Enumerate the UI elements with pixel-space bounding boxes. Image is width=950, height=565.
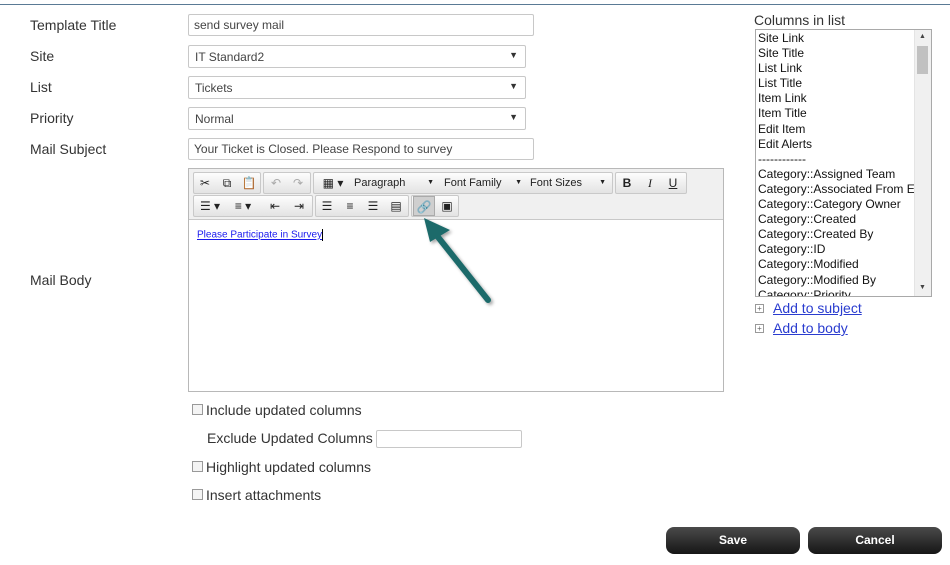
list-select[interactable]: Tickets ▼	[188, 76, 526, 99]
bullet-list-icon[interactable]: ☰ ▾	[194, 196, 226, 216]
cancel-button[interactable]: Cancel	[808, 527, 942, 554]
column-list-item[interactable]: Edit Item	[758, 122, 918, 137]
bold-button[interactable]: B	[616, 173, 638, 193]
format-group: ▦ ▾ Paragraph ▼ Font Family ▼ Font Sizes ▼	[313, 172, 613, 194]
checkbox-icon	[192, 404, 203, 415]
column-list-item[interactable]: Category::Category Owner	[758, 197, 918, 212]
template-title-input[interactable]	[188, 14, 534, 36]
column-list-item[interactable]: Category::Modified	[758, 257, 918, 272]
mail-subject-label: Mail Subject	[30, 141, 107, 157]
add-to-subject[interactable]: + Add to subject	[755, 300, 862, 316]
list-label: List	[30, 79, 52, 95]
highlight-updated-checkbox[interactable]: Highlight updated columns	[192, 459, 371, 475]
column-list-item[interactable]: Site Link	[758, 31, 918, 46]
exclude-updated-label: Exclude Updated Columns	[207, 430, 373, 446]
priority-select[interactable]: Normal ▼	[188, 107, 526, 130]
column-list-item[interactable]: Category::ID	[758, 242, 918, 257]
columns-list-title: Columns in list	[754, 12, 846, 28]
column-list-item[interactable]: Category::Priority	[758, 288, 918, 296]
header-divider	[0, 4, 950, 5]
scroll-thumb[interactable]	[917, 46, 928, 74]
editor-content[interactable]: Please Participate in Survey	[197, 229, 324, 241]
priority-label: Priority	[30, 110, 74, 126]
numbered-list-icon[interactable]: ≡ ▾	[227, 196, 259, 216]
site-select-value: IT Standard2	[195, 50, 265, 64]
style-group: B I U	[615, 172, 687, 194]
checkbox-icon	[192, 489, 203, 500]
underline-button[interactable]: U	[662, 173, 684, 193]
scroll-down-icon[interactable]: ▼	[919, 284, 926, 291]
align-justify-icon[interactable]: ▤	[385, 196, 407, 216]
column-list-item[interactable]: Category::Modified By	[758, 273, 918, 288]
expand-icon: +	[755, 304, 764, 313]
expand-icon: +	[755, 324, 764, 333]
column-list-item[interactable]: Edit Alerts	[758, 137, 918, 152]
add-to-subject-link[interactable]: Add to subject	[773, 300, 862, 316]
scroll-up-icon[interactable]: ▲	[919, 33, 926, 40]
priority-select-value: Normal	[195, 112, 234, 126]
cut-icon[interactable]: ✂	[194, 173, 216, 193]
column-list-item[interactable]: Site Title	[758, 46, 918, 61]
survey-link[interactable]: Please Participate in Survey	[197, 230, 322, 241]
italic-button[interactable]: I	[639, 173, 661, 193]
list-group: ☰ ▾ ≡ ▾ ⇤ ⇥	[193, 195, 313, 217]
mail-body-label: Mail Body	[30, 272, 92, 288]
columns-list: Site Link Site Title List Link List Title It…	[758, 31, 918, 296]
site-label: Site	[30, 48, 55, 64]
site-select[interactable]: IT Standard2 ▼	[188, 45, 526, 68]
annotation-arrow	[424, 218, 491, 303]
mail-subject-input[interactable]	[188, 138, 534, 160]
chevron-down-icon: ▼	[509, 112, 518, 122]
format-select[interactable]: Paragraph ▼	[354, 173, 438, 193]
chevron-down-icon: ▼	[509, 50, 518, 60]
exclude-updated-input[interactable]	[376, 430, 522, 448]
column-list-item[interactable]: Category::Created By	[758, 227, 918, 242]
font-family-select[interactable]: Font Family ▼	[444, 173, 526, 193]
column-list-item[interactable]: Category::Associated From Email	[758, 182, 918, 197]
align-group: ☰ ≡ ☰ ▤	[315, 195, 409, 217]
undo-icon[interactable]: ↶	[265, 173, 287, 193]
column-list-item[interactable]: Category::Created	[758, 212, 918, 227]
align-left-icon[interactable]: ☰	[316, 196, 338, 216]
column-list-item[interactable]: List Title	[758, 76, 918, 91]
list-select-value: Tickets	[195, 81, 233, 95]
table-icon[interactable]: ▦ ▾	[316, 173, 350, 193]
chevron-down-icon: ▼	[509, 81, 518, 91]
align-center-icon[interactable]: ≡	[339, 196, 361, 216]
save-button[interactable]: Save	[666, 527, 800, 554]
copy-icon[interactable]: ⧉	[216, 173, 238, 193]
column-list-item[interactable]: Item Link	[758, 91, 918, 106]
clipboard-group: ✂ ⧉ 📋	[193, 172, 261, 194]
columns-listbox[interactable]: Site Link Site Title List Link List Title It…	[755, 29, 932, 297]
column-list-item[interactable]: List Link	[758, 61, 918, 76]
insert-attachments-checkbox[interactable]: Insert attachments	[192, 487, 321, 503]
checkbox-icon	[192, 461, 203, 472]
history-group: ↶ ↷	[263, 172, 311, 194]
listbox-scrollbar[interactable]: ▲ ▼	[914, 30, 931, 296]
column-list-item[interactable]: Category::Assigned Team	[758, 167, 918, 182]
template-title-label: Template Title	[30, 17, 117, 33]
outdent-icon[interactable]: ⇤	[264, 196, 286, 216]
indent-icon[interactable]: ⇥	[288, 196, 310, 216]
column-list-item[interactable]: Item Title	[758, 106, 918, 121]
text-cursor	[322, 229, 324, 241]
include-updated-checkbox[interactable]: Include updated columns	[192, 402, 362, 418]
font-size-select[interactable]: Font Sizes ▼	[530, 173, 610, 193]
add-to-body[interactable]: + Add to body	[755, 320, 848, 336]
add-to-body-link[interactable]: Add to body	[773, 320, 848, 336]
redo-icon[interactable]: ↷	[287, 173, 309, 193]
column-list-item[interactable]: ------------	[758, 152, 918, 167]
paste-icon[interactable]: 📋	[238, 173, 260, 193]
align-right-icon[interactable]: ☰	[362, 196, 384, 216]
